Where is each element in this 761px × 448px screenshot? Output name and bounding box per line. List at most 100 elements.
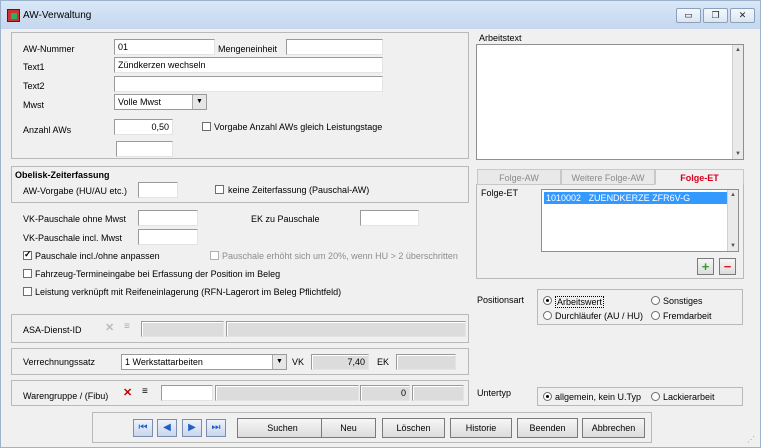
scroll-down-icon[interactable]: ▼	[733, 149, 743, 159]
positionsart-label: Positionsart	[477, 295, 525, 305]
suchen-button[interactable]: Suchen	[237, 418, 328, 438]
folge-et-name: ZUENDKERZE ZFR6V-G	[588, 193, 691, 203]
mwst-select-value: Volle Mwst	[118, 97, 162, 107]
ek-pauschale-label: EK zu Pauschale	[251, 214, 320, 224]
mengeneinheit-input[interactable]	[286, 39, 383, 55]
last-record-icon[interactable]: ⏭	[206, 419, 226, 437]
obelisk-title: Obelisk-Zeiterfassung	[15, 170, 110, 180]
verrechnungssatz-select[interactable]: 1 Werkstattarbeiten ▼	[121, 354, 287, 370]
fahrzeug-termin-checkbox[interactable]	[23, 269, 32, 278]
vorgabe-checkbox[interactable]	[202, 122, 211, 131]
next-record-icon[interactable]: ▶	[182, 419, 202, 437]
tab-weitere-folge-aw[interactable]: Weitere Folge-AW	[561, 169, 655, 185]
text2-label: Text2	[23, 81, 45, 91]
close-button[interactable]: ✕	[730, 8, 755, 23]
clear-icon[interactable]: ✕	[123, 386, 132, 399]
asa-dienst-label: ASA-Dienst-ID	[23, 325, 82, 335]
mwst-label: Mwst	[23, 100, 44, 110]
scroll-down-icon[interactable]: ▼	[728, 241, 738, 251]
scroll-up-icon[interactable]: ▲	[733, 45, 743, 55]
warengruppe-label: Warengruppe / (Fibu)	[23, 391, 109, 401]
text1-input[interactable]: Zündkerzen wechseln	[114, 57, 383, 73]
vorgabe-label: Vorgabe Anzahl AWs gleich Leistungstage	[214, 122, 383, 132]
aw-vorgabe-input[interactable]	[138, 182, 178, 198]
keine-zeiterfassung-label: keine Zeiterfassung (Pauschal-AW)	[228, 185, 370, 195]
warengruppe-desc	[215, 385, 359, 401]
mwst-select[interactable]: Volle Mwst ▼	[114, 94, 207, 110]
radio-arbeitswert-label: Arbeitswert	[555, 296, 605, 308]
radio-allgemein-label: allgemein, kein U.Typ	[555, 392, 642, 402]
text1-label: Text1	[23, 62, 45, 72]
chevron-down-icon: ▼	[272, 355, 286, 369]
radio-allgemein[interactable]	[543, 392, 552, 401]
neu-button[interactable]: Neu	[321, 418, 376, 438]
scroll-up-icon[interactable]: ▲	[728, 190, 738, 200]
folge-et-label: Folge-ET	[481, 188, 519, 198]
vk-pauschale-ohne-input[interactable]	[138, 210, 198, 226]
reifeneinlagerung-label: Leistung verknüpft mit Reifeneinlagerung…	[35, 287, 342, 297]
ek-value	[396, 354, 456, 370]
window: AW-Verwaltung ▭ ❐ ✕ AW-Nummer 01 Mengene…	[0, 0, 761, 448]
beenden-button[interactable]: Beenden	[517, 418, 578, 438]
vk-pauschale-incl-input[interactable]	[138, 229, 198, 245]
add-icon[interactable]: +	[697, 258, 714, 275]
loeschen-button[interactable]: Löschen	[382, 418, 445, 438]
tab-folge-aw[interactable]: Folge-AW	[477, 169, 561, 185]
app-icon	[7, 9, 20, 22]
list-item[interactable]: 1010002 ZUENDKERZE ZFR6V-G	[544, 192, 727, 204]
title-bar: AW-Verwaltung ▭ ❐ ✕	[1, 1, 760, 29]
list-icon[interactable]: ≡	[124, 322, 130, 332]
verrechnungssatz-value: 1 Werkstattarbeiten	[125, 357, 203, 367]
radio-fremdarbeit[interactable]	[651, 311, 660, 320]
radio-sonstiges[interactable]	[651, 296, 660, 305]
asa-desc-input[interactable]	[226, 321, 466, 337]
anzahl-aws-label: Anzahl AWs	[23, 125, 72, 135]
radio-lackierarbeit[interactable]	[651, 392, 660, 401]
reifeneinlagerung-checkbox[interactable]	[23, 287, 32, 296]
fibu-value: 0	[360, 385, 410, 401]
chevron-down-icon: ▼	[192, 95, 206, 109]
pauschale-anpassen-label: Pauschale incl./ohne anpassen	[35, 251, 160, 261]
radio-durchlaeufer[interactable]	[543, 311, 552, 320]
asa-id-input[interactable]	[141, 321, 224, 337]
arbeitstext-label: Arbeitstext	[479, 33, 522, 43]
window-title: AW-Verwaltung	[23, 10, 92, 21]
radio-sonstiges-label: Sonstiges	[663, 296, 703, 306]
arbeitstext-textarea[interactable]: ▲ ▼	[476, 44, 744, 160]
vk-value: 7,40	[311, 354, 369, 370]
tab-folge-et[interactable]: Folge-ET	[655, 169, 744, 185]
previous-record-icon[interactable]: ◀	[157, 419, 177, 437]
folge-et-scrollbar[interactable]: ▲ ▼	[727, 190, 738, 251]
text2-input[interactable]	[114, 76, 383, 92]
vk-pauschale-ohne-label: VK-Pauschale ohne Mwst	[23, 214, 127, 224]
verrechnungssatz-label: Verrechnungssatz	[23, 357, 96, 367]
folge-et-code: 1010002	[546, 193, 582, 203]
list-icon[interactable]: ≡	[142, 387, 148, 397]
pauschale-erhoeht-checkbox[interactable]	[210, 251, 219, 260]
historie-button[interactable]: Historie	[450, 418, 512, 438]
clear-icon[interactable]: ✕	[105, 321, 114, 334]
fahrzeug-termin-label: Fahrzeug-Termineingabe bei Erfassung der…	[35, 269, 281, 279]
remove-icon[interactable]: −	[719, 258, 736, 275]
minimize-button[interactable]: ▭	[676, 8, 701, 23]
warengruppe-input[interactable]	[161, 385, 213, 401]
first-record-icon[interactable]: ⏮	[133, 419, 153, 437]
keine-zeiterfassung-checkbox[interactable]	[215, 185, 224, 194]
resize-grip-icon[interactable]: ⋰	[747, 435, 755, 444]
vk-label: VK	[292, 357, 305, 367]
arbeitstext-scrollbar[interactable]: ▲ ▼	[732, 45, 743, 159]
aw-vorgabe-label: AW-Vorgabe (HU/AU etc.)	[23, 186, 128, 196]
anzahl-aws-input[interactable]: 0,50	[114, 119, 173, 135]
radio-durchlaeufer-label: Durchläufer (AU / HU)	[555, 311, 644, 321]
aw-nummer-input[interactable]: 01	[114, 39, 215, 55]
ek-label: EK	[377, 357, 390, 367]
folge-et-list[interactable]: 1010002 ZUENDKERZE ZFR6V-G ▲ ▼	[541, 189, 739, 252]
abbrechen-button[interactable]: Abbrechen	[582, 418, 645, 438]
anzahl-extra-input[interactable]	[116, 141, 173, 157]
radio-arbeitswert[interactable]	[543, 296, 552, 305]
untertyp-label: Untertyp	[477, 388, 512, 398]
pauschale-anpassen-checkbox[interactable]	[23, 249, 32, 260]
ek-pauschale-input[interactable]	[360, 210, 419, 226]
maximize-button[interactable]: ❐	[703, 8, 728, 23]
radio-lackierarbeit-label: Lackierarbeit	[663, 392, 715, 402]
